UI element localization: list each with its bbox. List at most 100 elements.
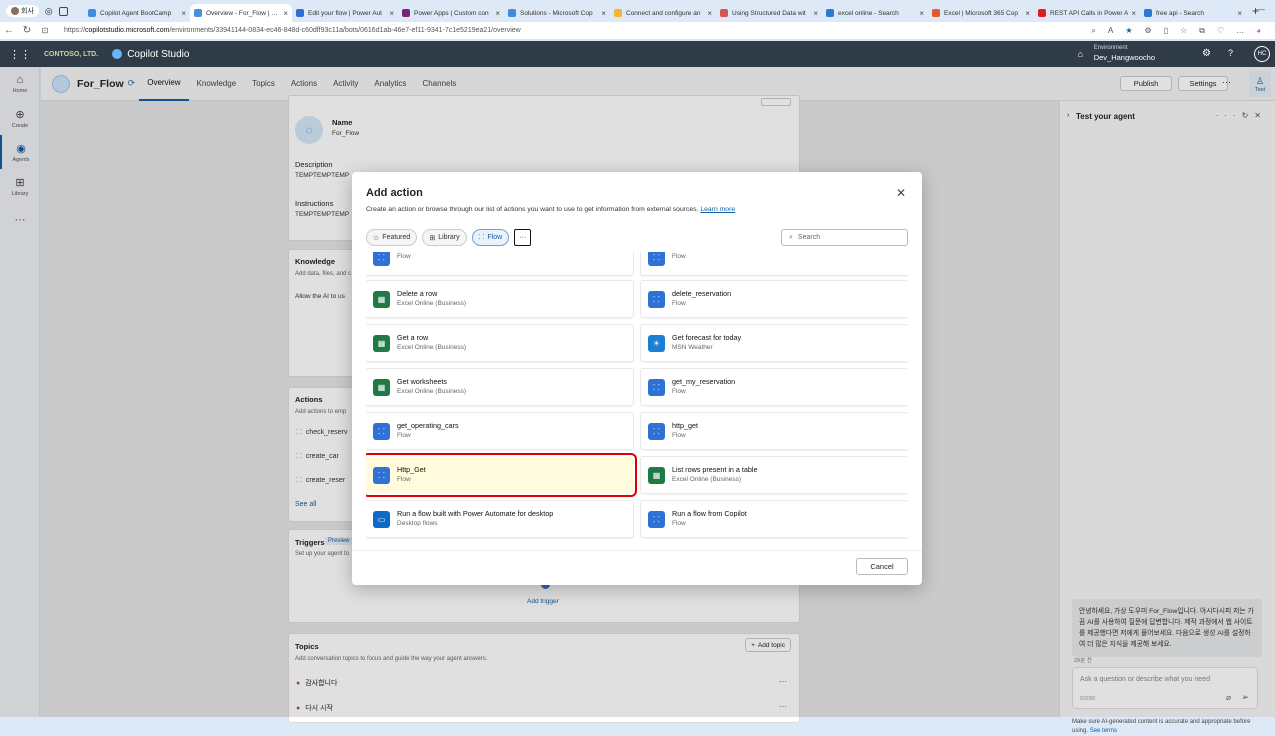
tab-favicon-icon	[402, 9, 410, 17]
action-item[interactable]: ⸬ get_operating_cars Flow	[366, 413, 633, 449]
extensions-icon[interactable]: ⚙	[1145, 26, 1152, 36]
action-item[interactable]: ⸬ get_my_reservation Flow	[641, 369, 908, 405]
browser-tab[interactable]: free api - Search ×	[1140, 4, 1246, 22]
tab-title: Connect and configure an	[626, 9, 701, 17]
action-source: Flow	[672, 253, 686, 260]
filter-flow[interactable]: ⸬ Flow	[471, 229, 510, 246]
environment-picker[interactable]: Environment Dev_Hangwoocho	[1094, 44, 1155, 62]
split-screen-icon[interactable]: ▯	[1164, 26, 1168, 36]
tab-close-icon[interactable]: ×	[1237, 9, 1242, 18]
url-prefix: https://	[64, 27, 86, 34]
action-item[interactable]: ⸬ delete_reservation Flow	[641, 281, 908, 317]
browser-tab[interactable]: Using Structured Data wit ×	[716, 4, 822, 22]
browser-tab[interactable]: REST API Calls in Power A ×	[1034, 4, 1140, 22]
favorites-icon[interactable]: ☆	[1180, 26, 1187, 36]
tab-title: Power Apps | Custom con	[414, 9, 489, 17]
reload-icon[interactable]: ↻	[18, 25, 36, 36]
action-item[interactable]: ⸬ Run a flow from Copilot Flow	[641, 501, 908, 537]
action-item[interactable]: ▦ Get worksheets Excel Online (Business)	[366, 369, 633, 405]
browser-tab[interactable]: Solutions - Microsoft Cop ×	[504, 4, 610, 22]
more-filters-button[interactable]: ···	[514, 229, 532, 246]
tab-close-icon[interactable]: ×	[601, 9, 606, 18]
tab-close-icon[interactable]: ×	[495, 9, 500, 18]
url-host: copilotstudio.microsoft.com	[85, 27, 170, 34]
tab-favicon-icon	[508, 9, 516, 17]
collections-icon[interactable]: ⧉	[1199, 26, 1205, 36]
workspaces-icon[interactable]: ◎	[45, 6, 53, 17]
browser-essentials-icon[interactable]: ♡	[1217, 26, 1224, 36]
tab-actions-icon[interactable]	[58, 6, 68, 16]
action-item[interactable]: ▭ Run a flow built with Power Automate fo…	[366, 501, 633, 537]
learn-more-link[interactable]: Learn more	[700, 206, 735, 213]
close-icon[interactable]: ✕	[896, 186, 906, 200]
tab-close-icon[interactable]: ×	[1131, 9, 1136, 18]
profile-label: 회사	[21, 8, 34, 15]
browser-tab[interactable]: Connect and configure an ×	[610, 4, 716, 22]
filter-library[interactable]: ⊞ Library	[422, 229, 467, 246]
tab-favicon-icon	[1038, 9, 1046, 17]
cancel-button[interactable]: Cancel	[856, 558, 908, 575]
tab-close-icon[interactable]: ×	[707, 9, 712, 18]
action-item[interactable]: ☀ Get forecast for today MSN Weather	[641, 325, 908, 361]
action-name: Get forecast for today	[672, 333, 742, 342]
url-field[interactable]: https://copilotstudio.microsoft.com/envi…	[64, 27, 1092, 34]
copilot-icon[interactable]: ◕	[1256, 26, 1261, 36]
see-terms-link[interactable]: See terms	[1090, 728, 1117, 734]
help-icon[interactable]: ?	[1228, 48, 1233, 58]
browser-tab[interactable]: Power Apps | Custom con ×	[398, 4, 504, 22]
browser-tab[interactable]: Edit your flow | Power Aut ×	[292, 4, 398, 22]
filter-featured[interactable]: ☆ Featured	[366, 229, 418, 246]
flow-connector-icon: ⸬	[373, 252, 390, 266]
filter-flow-label: Flow	[487, 234, 503, 241]
ellipsis-icon: ···	[519, 234, 527, 241]
action-source: MSN Weather	[672, 344, 713, 351]
flow-icon: ⸬	[478, 234, 485, 241]
app-launcher-icon[interactable]: ⋮⋮	[0, 48, 40, 61]
action-search-input[interactable]: ⌕ Search	[781, 229, 908, 246]
user-avatar[interactable]: HC	[1254, 46, 1270, 62]
browser-tab[interactable]: excel online - Search ×	[822, 4, 928, 22]
flow-connector-icon: ⸬	[648, 422, 665, 440]
action-item[interactable]: ⸬ Http_Get Flow	[366, 453, 637, 497]
action-item[interactable]: ⸬ Flow	[366, 252, 633, 275]
desk-connector-icon: ▭	[373, 510, 390, 528]
browser-tab[interactable]: Copilot Agent BootCamp ×	[84, 4, 190, 22]
tab-close-icon[interactable]: ×	[181, 9, 186, 18]
product-name[interactable]: Copilot Studio	[112, 49, 189, 60]
settings-gear-icon[interactable]: ⚙	[1202, 48, 1211, 59]
tab-close-icon[interactable]: ×	[389, 9, 394, 18]
site-info-icon[interactable]: ⊡	[36, 26, 54, 35]
minimize-icon[interactable]: —	[1256, 4, 1265, 14]
action-source: Flow	[672, 300, 686, 307]
tab-close-icon[interactable]: ×	[283, 9, 288, 18]
grid-icon: ⊞	[429, 234, 436, 242]
tab-close-icon[interactable]: ×	[919, 9, 924, 18]
browser-tab[interactable]: Overview - For_Flow | Mic ×	[190, 4, 292, 22]
flow-connector-icon: ⸬	[373, 422, 390, 440]
action-name: List rows present in a table	[672, 465, 758, 474]
ai-disclaimer: Make sure AI-generated content is accura…	[1072, 718, 1268, 736]
action-item[interactable]: ⸬ Flow	[641, 252, 908, 275]
tab-favicon-icon	[932, 9, 940, 17]
tab-close-icon[interactable]: ×	[1025, 9, 1030, 18]
action-item[interactable]: ▦ List rows present in a table Excel Onlin…	[641, 457, 908, 493]
flow-connector-icon: ⸬	[648, 290, 665, 308]
action-name: delete_reservation	[672, 289, 732, 298]
zoom-icon[interactable]: ⌕	[1092, 26, 1096, 36]
browser-tab[interactable]: Excel | Microsoft 365 Cop ×	[928, 4, 1034, 22]
action-item[interactable]: ⸬ http_get Flow	[641, 413, 908, 449]
action-item[interactable]: ▦ Delete a row Excel Online (Business)	[366, 281, 633, 317]
browser-profile-button[interactable]: 회사	[6, 5, 39, 17]
browser-menu-icon[interactable]: …	[1236, 26, 1244, 36]
excel-connector-icon: ▦	[373, 378, 390, 396]
filter-featured-label: Featured	[382, 234, 411, 241]
tab-close-icon[interactable]: ×	[813, 9, 818, 18]
dialog-title: Add action	[366, 187, 423, 199]
add-action-dialog: Add action ✕ Create an action or browse …	[352, 172, 922, 585]
read-aloud-icon[interactable]: A	[1108, 26, 1113, 36]
action-name: Get worksheets	[397, 377, 447, 386]
filter-library-label: Library	[438, 234, 460, 241]
favorite-star-icon[interactable]: ★	[1125, 26, 1132, 36]
back-icon[interactable]: ←	[0, 25, 18, 36]
action-item[interactable]: ▦ Get a row Excel Online (Business)	[366, 325, 633, 361]
